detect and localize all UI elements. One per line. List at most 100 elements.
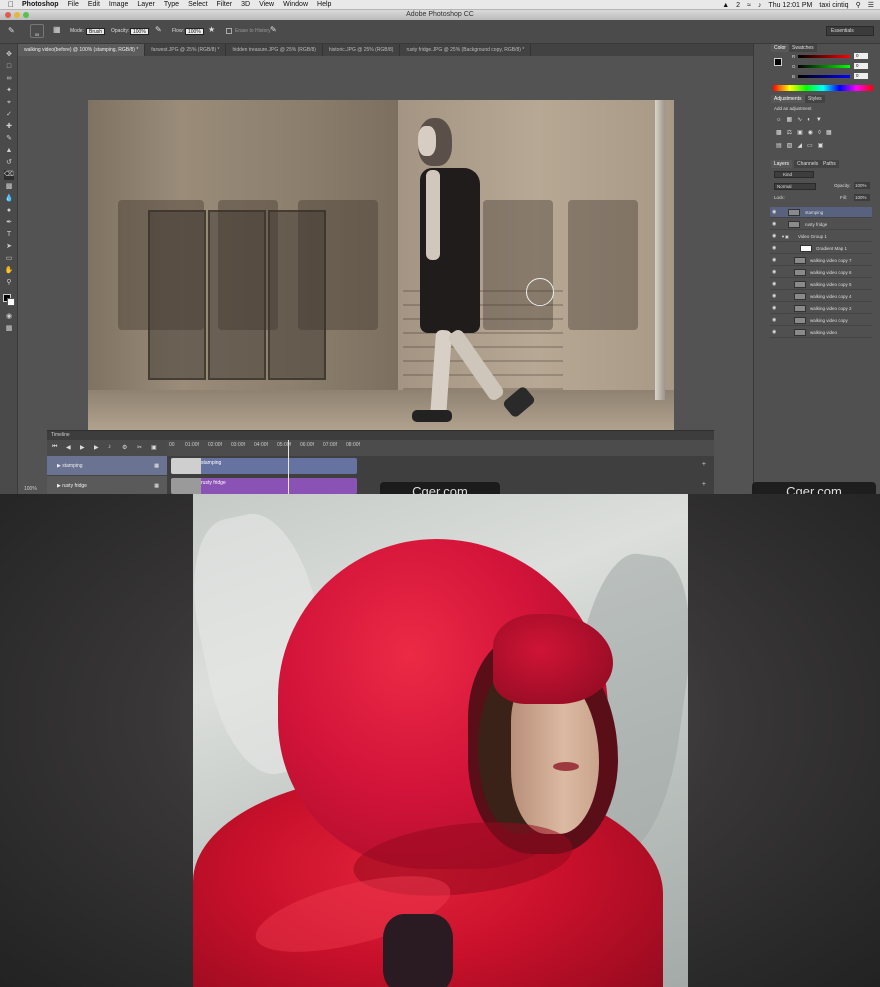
volume-icon[interactable]: ♪: [758, 2, 762, 9]
tab-styles[interactable]: Styles: [805, 95, 825, 103]
menu-edit[interactable]: Edit: [88, 0, 100, 10]
foreground-color-swatch[interactable]: [774, 58, 782, 66]
layer-group-row[interactable]: ◉ ▼▣ Video Group 1: [770, 231, 872, 242]
menu-layer[interactable]: Layer: [137, 0, 155, 10]
playhead[interactable]: [288, 440, 289, 494]
layer-filter-kind[interactable]: Kind: [774, 171, 814, 178]
visibility-eye-icon[interactable]: ◉: [772, 219, 776, 230]
clip-stamping[interactable]: stamping: [171, 458, 357, 474]
hue-icon[interactable]: ▩: [776, 130, 787, 136]
invert-icon[interactable]: ▤: [776, 143, 787, 149]
next-frame-icon[interactable]: ▶: [94, 444, 99, 451]
zoom-tool-icon[interactable]: ⚲: [4, 278, 14, 288]
apple-icon[interactable]: : [8, 0, 14, 9]
add-media-icon[interactable]: +: [702, 461, 706, 468]
opacity-field[interactable]: 100%: [130, 28, 149, 35]
crop-tool-icon[interactable]: ⌖: [4, 98, 14, 108]
wifi-icon[interactable]: ≈: [747, 2, 751, 9]
close-window-icon[interactable]: [5, 12, 11, 18]
tab-channels[interactable]: Channels: [794, 160, 822, 168]
shape-tool-icon[interactable]: ▭: [4, 254, 14, 264]
green-value[interactable]: 0: [854, 63, 868, 69]
visibility-eye-icon[interactable]: ◉: [772, 291, 776, 302]
layer-row[interactable]: ◉ walking video copy: [770, 315, 872, 326]
vibrance-icon[interactable]: ▼: [816, 117, 827, 123]
search-icon[interactable]: ⚲: [856, 1, 861, 9]
visibility-eye-icon[interactable]: ◉: [772, 207, 776, 218]
blue-slider[interactable]: [798, 75, 850, 78]
levels-icon[interactable]: ▦: [787, 117, 798, 123]
mixer-icon[interactable]: ◊: [818, 130, 826, 136]
layer-row[interactable]: ◉ rusty fridge: [770, 219, 872, 230]
bw-icon[interactable]: ▣: [797, 130, 808, 136]
visibility-eye-icon[interactable]: ◉: [772, 255, 776, 266]
adobe-icon[interactable]: ▲: [722, 2, 729, 9]
blur-tool-icon[interactable]: 💧: [4, 194, 14, 204]
green-slider[interactable]: [798, 65, 850, 68]
transition-icon[interactable]: ▣: [151, 444, 157, 451]
stamp-tool-icon[interactable]: ▲: [4, 146, 14, 156]
timeline-ruler[interactable]: 00 01:00f 02:00f 03:00f 04:00f 05:00f 06…: [167, 440, 714, 456]
lookup-icon[interactable]: ▦: [826, 130, 837, 136]
menu-app-name[interactable]: Photoshop: [22, 0, 59, 10]
mode-select[interactable]: Brush: [86, 28, 106, 35]
hand-tool-icon[interactable]: ✋: [4, 266, 14, 276]
layer-row[interactable]: ◉ walking video copy 4: [770, 291, 872, 302]
brush-panel-icon[interactable]: ▦: [53, 25, 61, 34]
curves-icon[interactable]: ∿: [797, 117, 807, 123]
audio-icon[interactable]: ♪: [108, 444, 111, 450]
screen-mode-icon[interactable]: ▩: [4, 324, 14, 334]
eraser-tool-icon[interactable]: ✎: [8, 26, 15, 35]
add-media-icon[interactable]: +: [702, 481, 706, 488]
track-rusty-fridge[interactable]: ▶ rusty fridge ▦: [47, 476, 167, 494]
settings-icon[interactable]: ⚙: [122, 444, 127, 451]
menu-filter[interactable]: Filter: [217, 0, 233, 10]
document-canvas-image[interactable]: [88, 100, 674, 430]
zoom-level[interactable]: 100%: [24, 486, 37, 492]
tab-color[interactable]: Color: [771, 44, 789, 52]
tab-swatches[interactable]: Swatches: [789, 44, 817, 52]
workspace-switcher[interactable]: Essentials: [826, 26, 874, 36]
list-icon[interactable]: ☰: [868, 1, 874, 9]
color-spectrum[interactable]: [773, 85, 873, 91]
tab-historic[interactable]: historic.JPG @ 25% (RGB/8): [323, 44, 401, 56]
lasso-tool-icon[interactable]: ∞: [4, 74, 14, 84]
track-menu-icon[interactable]: ▦: [154, 476, 159, 494]
menu-view[interactable]: View: [259, 0, 274, 10]
selective-color-icon[interactable]: ▣: [818, 143, 829, 149]
zoom-window-icon[interactable]: [23, 12, 29, 18]
visibility-eye-icon[interactable]: ◉: [772, 243, 776, 254]
clock[interactable]: Thu 12:01 PM: [768, 2, 812, 9]
red-value[interactable]: 0: [854, 53, 868, 59]
visibility-eye-icon[interactable]: ◉: [772, 231, 776, 242]
brush-tool-icon[interactable]: ✎: [4, 134, 14, 144]
tab-layers[interactable]: Layers: [771, 160, 793, 168]
pressure-size-icon[interactable]: ✎: [270, 25, 277, 34]
visibility-eye-icon[interactable]: ◉: [772, 267, 776, 278]
flow-field[interactable]: 100%: [185, 28, 204, 35]
history-brush-tool-icon[interactable]: ↺: [4, 158, 14, 168]
layer-row[interactable]: ◉ walking video copy 6: [770, 267, 872, 278]
visibility-eye-icon[interactable]: ◉: [772, 303, 776, 314]
move-tool-icon[interactable]: ✥: [4, 50, 14, 60]
erase-history-checkbox[interactable]: [226, 28, 232, 34]
visibility-eye-icon[interactable]: ◉: [772, 315, 776, 326]
tab-farwest[interactable]: farwest.JPG @ 25% (RGB/8) *: [145, 44, 227, 56]
canvas-area[interactable]: [18, 56, 753, 441]
menu-help[interactable]: Help: [317, 0, 331, 10]
pen-tool-icon[interactable]: ✒: [4, 218, 14, 228]
type-tool-icon[interactable]: T: [4, 230, 14, 240]
gradient-map-icon[interactable]: ▭: [807, 143, 818, 149]
tab-paths[interactable]: Paths: [820, 160, 839, 168]
play-icon[interactable]: ▶: [80, 444, 85, 451]
tab-adjustments[interactable]: Adjustments: [771, 95, 805, 103]
balance-icon[interactable]: ⚖: [787, 130, 797, 136]
tab-hidden-treasure[interactable]: hidden treasure.JPG @ 25% (RGB/8): [226, 44, 323, 56]
eyedropper-tool-icon[interactable]: ✓: [4, 110, 14, 120]
dodge-tool-icon[interactable]: ●: [4, 206, 14, 216]
posterize-icon[interactable]: ▧: [787, 143, 798, 149]
user-name[interactable]: taxi cintiq: [819, 2, 848, 9]
layer-row[interactable]: ◉ walking video: [770, 327, 872, 338]
track-stamping[interactable]: ▶ stamping ▦: [47, 456, 167, 476]
go-to-first-frame-icon[interactable]: ⏮: [52, 444, 57, 451]
